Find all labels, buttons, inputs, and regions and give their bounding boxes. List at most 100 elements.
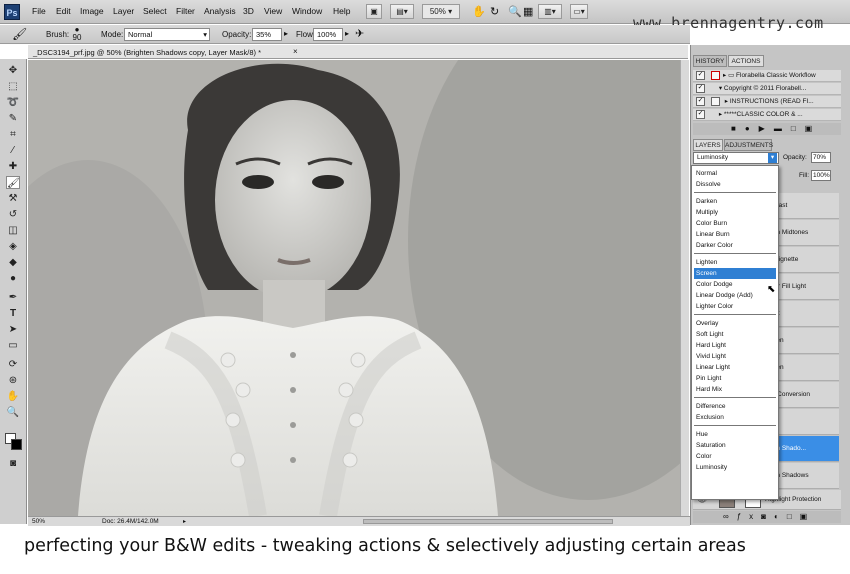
rotate-view-icon[interactable]: ↻ <box>490 5 499 18</box>
hand-tool-icon[interactable]: ✋ <box>472 5 486 18</box>
dialog-toggle-icon[interactable] <box>711 96 720 106</box>
flow-field[interactable]: 100% <box>313 28 343 41</box>
layer-opacity-field[interactable]: 70% <box>811 152 831 163</box>
flow-slider-arrow-icon[interactable]: ▸ <box>345 29 349 38</box>
mode-select[interactable]: Normal ▾ <box>124 28 210 41</box>
status-zoom[interactable]: 50% <box>32 518 45 525</box>
tab-history[interactable]: HISTORY <box>693 55 727 67</box>
layer-fill-field[interactable]: 100% <box>811 170 831 181</box>
document-tab[interactable]: _DSC3194_prf.jpg @ 50% (Brighten Shadows… <box>28 45 688 59</box>
blend-mode-item[interactable]: Dissolve <box>694 179 776 190</box>
vertical-scrollbar[interactable] <box>680 60 689 516</box>
tab-actions[interactable]: ACTIONS <box>728 55 764 67</box>
crop-tool-icon[interactable]: ⌗ <box>6 128 20 141</box>
airbrush-icon[interactable]: ✈ <box>355 27 364 40</box>
blur-tool-icon[interactable]: ◆ <box>6 256 20 269</box>
blend-mode-item[interactable]: Hue <box>694 429 776 440</box>
background-color-swatch[interactable] <box>11 439 22 450</box>
action-row[interactable]: ✓ ▸ INSTRUCTIONS (READ FI... <box>693 96 841 108</box>
blend-mode-item[interactable]: Saturation <box>694 440 776 451</box>
history-brush-tool-icon[interactable]: ↺ <box>6 208 20 221</box>
lasso-tool-icon[interactable]: ➰ <box>6 96 20 109</box>
menu-analysis[interactable]: Analysis <box>204 6 236 16</box>
blend-mode-item[interactable]: Soft Light <box>694 329 776 340</box>
eyedropper-tool-icon[interactable]: ⁄ <box>6 144 20 157</box>
eraser-tool-icon[interactable]: ◫ <box>6 224 20 237</box>
blend-mode-item[interactable]: Darken <box>694 196 776 207</box>
arrange-documents-button[interactable]: ▥▾ <box>538 4 562 19</box>
action-row[interactable]: ✓ ▾ Copyright © 2011 Florabell... <box>693 83 841 95</box>
screen-mode-button[interactable]: ▭▾ <box>570 4 588 19</box>
blend-mode-item[interactable]: Linear Burn <box>694 229 776 240</box>
menu-file[interactable]: File <box>32 6 46 16</box>
blend-mode-item[interactable]: Luminosity <box>694 462 776 473</box>
close-tab-icon[interactable]: × <box>293 47 298 56</box>
blend-mode-item[interactable]: Hard Light <box>694 340 776 351</box>
menu-view[interactable]: View <box>264 6 282 16</box>
shape-tool-icon[interactable]: ▭ <box>6 339 20 352</box>
menu-select[interactable]: Select <box>143 6 167 16</box>
action-check-icon[interactable]: ✓ <box>696 96 705 106</box>
actions-footer-buttons[interactable]: ■●▶▬□▣ <box>693 123 841 135</box>
action-check-icon[interactable]: ✓ <box>696 70 705 80</box>
move-tool-icon[interactable]: ✥ <box>6 64 20 77</box>
action-check-icon[interactable]: ✓ <box>696 109 705 119</box>
menu-image[interactable]: Image <box>80 6 104 16</box>
launch-bridge-button[interactable]: ▣ <box>366 4 382 19</box>
action-set-row[interactable]: ✓ ▸ ▭ Florabella Classic Workflow <box>693 70 841 82</box>
quick-select-tool-icon[interactable]: ✎ <box>6 112 20 125</box>
blend-mode-item[interactable]: Linear Dodge (Add) <box>694 290 776 301</box>
blend-mode-item[interactable]: Lighter Color <box>694 301 776 312</box>
blend-mode-item[interactable]: Linear Light <box>694 362 776 373</box>
opacity-slider-arrow-icon[interactable]: ▸ <box>284 29 288 38</box>
menu-layer[interactable]: Layer <box>113 6 134 16</box>
healing-brush-tool-icon[interactable]: ✚ <box>6 160 20 173</box>
layers-footer-buttons[interactable]: ∞ƒx◙◐□▣ <box>693 511 841 523</box>
blend-mode-item[interactable]: Normal <box>694 168 776 179</box>
menu-3d[interactable]: 3D <box>243 6 254 16</box>
tab-adjustments[interactable]: ADJUSTMENTS <box>724 139 773 151</box>
blend-mode-item[interactable]: Color Burn <box>694 218 776 229</box>
horizontal-scrollbar[interactable] <box>363 519 613 524</box>
blend-mode-select[interactable]: Luminosity ▾ <box>693 152 779 164</box>
zoom-tool-icon-left[interactable]: 🔍 <box>6 406 20 419</box>
grid-icon[interactable]: ▦ <box>523 5 533 18</box>
blend-mode-item[interactable]: Multiply <box>694 207 776 218</box>
document-canvas[interactable] <box>28 60 680 516</box>
blend-mode-item[interactable]: Darker Color <box>694 240 776 251</box>
action-check-icon[interactable]: ✓ <box>696 83 705 93</box>
tab-layers[interactable]: LAYERS <box>693 139 723 151</box>
dialog-toggle-icon[interactable] <box>711 70 720 80</box>
clone-stamp-tool-icon[interactable]: ⚒ <box>6 192 20 205</box>
blend-mode-item[interactable]: Hard Mix <box>694 384 776 395</box>
brush-tool-selected-icon[interactable]: 🖌 <box>6 176 20 189</box>
menu-edit[interactable]: Edit <box>56 6 71 16</box>
hand-tool-icon-left[interactable]: ✋ <box>6 390 20 403</box>
opacity-field[interactable]: 35% <box>252 28 282 41</box>
brush-tool-icon[interactable]: 🖌 <box>12 27 27 41</box>
blend-mode-item[interactable]: Color Dodge <box>694 279 776 290</box>
path-select-tool-icon[interactable]: ➤ <box>6 323 20 336</box>
blend-mode-item[interactable]: Color <box>694 451 776 462</box>
menu-filter[interactable]: Filter <box>176 6 195 16</box>
action-row[interactable]: ✓ ▸ *****CLASSIC COLOR & ... <box>693 109 841 121</box>
pen-tool-icon[interactable]: ✒ <box>6 291 20 304</box>
blend-mode-item[interactable]: Pin Light <box>694 373 776 384</box>
status-menu-arrow-icon[interactable]: ▸ <box>183 518 186 525</box>
paint-bucket-tool-icon[interactable]: ◈ <box>6 240 20 253</box>
quick-mask-icon[interactable]: ◙ <box>6 457 20 470</box>
blend-mode-item[interactable]: Overlay <box>694 318 776 329</box>
brush-preset-picker[interactable]: ● 90 <box>70 26 84 42</box>
dodge-tool-icon[interactable]: ● <box>6 272 20 285</box>
blend-mode-item[interactable]: Exclusion <box>694 412 776 423</box>
zoom-level-select[interactable]: 50% ▾ <box>422 4 460 19</box>
menu-help[interactable]: Help <box>333 6 350 16</box>
blend-mode-item-highlighted[interactable]: Screen <box>694 268 776 279</box>
3d-orbit-tool-icon[interactable]: ⊛ <box>6 374 20 387</box>
blend-mode-item[interactable]: Lighten <box>694 257 776 268</box>
blend-mode-item[interactable]: Vivid Light <box>694 351 776 362</box>
marquee-tool-icon[interactable]: ⬚ <box>6 80 20 93</box>
view-extras-button[interactable]: ▤▾ <box>390 4 414 19</box>
blend-mode-item[interactable]: Difference <box>694 401 776 412</box>
3d-rotate-tool-icon[interactable]: ⟳ <box>6 358 20 371</box>
